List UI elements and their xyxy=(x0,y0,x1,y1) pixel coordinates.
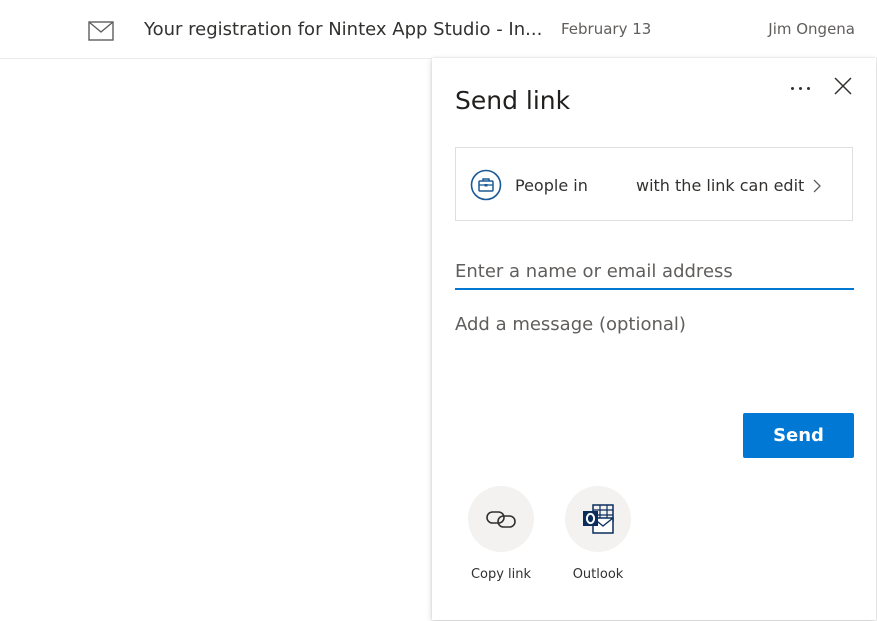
outlook-icon xyxy=(583,504,614,534)
copy-link-option[interactable]: Copy link xyxy=(456,486,546,586)
email-sender: Jim Ongena xyxy=(768,20,855,38)
message-input[interactable] xyxy=(455,314,854,394)
envelope-icon xyxy=(88,21,114,41)
link-icon xyxy=(486,511,516,528)
briefcase-icon xyxy=(470,169,502,201)
recipient-input[interactable] xyxy=(455,254,854,290)
outlook-label: Outlook xyxy=(572,567,624,582)
more-options-button[interactable] xyxy=(787,78,815,98)
chevron-right-icon xyxy=(813,179,821,193)
permission-level-text: with the link can edit xyxy=(636,176,805,195)
copy-link-label: Copy link xyxy=(470,567,532,582)
email-subject: Your registration for Nintex App Studio … xyxy=(144,19,543,40)
dialog-title: Send link xyxy=(455,86,571,115)
send-link-dialog: Send link People in with the link can ed… xyxy=(432,58,876,620)
permission-scope-text: People in xyxy=(515,176,588,195)
outlook-button[interactable] xyxy=(565,486,631,552)
close-icon[interactable] xyxy=(832,75,854,97)
copy-link-button[interactable] xyxy=(468,486,534,552)
outlook-option[interactable]: Outlook xyxy=(553,486,643,586)
link-permission-button[interactable]: People in with the link can edit xyxy=(455,147,853,221)
email-list-row[interactable]: Your registration for Nintex App Studio … xyxy=(0,0,877,59)
email-date: February 13 xyxy=(561,20,652,38)
send-button[interactable]: Send xyxy=(743,413,854,458)
